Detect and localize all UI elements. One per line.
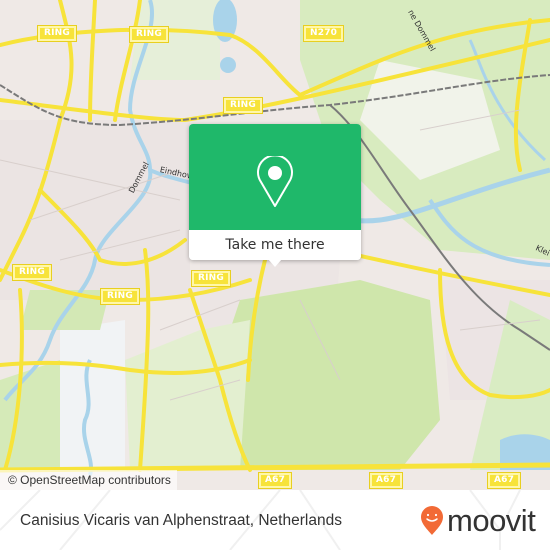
road-shield-ring: RING xyxy=(223,97,263,114)
road-shield-a67: A67 xyxy=(257,472,293,489)
map-attribution[interactable]: © OpenStreetMap contributors xyxy=(0,470,177,490)
map-pin-icon xyxy=(257,156,293,207)
road-shield-ring: RING xyxy=(37,25,77,42)
road-shield-n270: N270 xyxy=(302,25,345,42)
road-shield-a67: A67 xyxy=(486,472,522,489)
footer: Canisius Vicaris van Alphenstraat, Nethe… xyxy=(0,490,550,550)
road-shield-ring: RING xyxy=(100,288,140,305)
take-me-there-label: Take me there xyxy=(225,237,325,253)
road-shield-ring: RING xyxy=(12,264,52,281)
popup-header xyxy=(189,124,361,230)
road-shield-ring: RING xyxy=(191,270,231,287)
location-popup: Take me there xyxy=(189,124,361,267)
address-text: Canisius Vicaris van Alphenstraat, Nethe… xyxy=(20,512,342,529)
road-shield-a67: A67 xyxy=(368,472,404,489)
moovit-logo[interactable]: moovit xyxy=(420,503,536,538)
moovit-wordmark: moovit xyxy=(447,503,536,538)
map-view[interactable]: RING RING RING RING RING RING N270 A67 A… xyxy=(0,0,550,490)
road-shield-ring: RING xyxy=(129,26,169,43)
take-me-there-button[interactable]: Take me there xyxy=(189,230,361,260)
popup-pointer xyxy=(268,259,282,267)
moovit-pin-icon xyxy=(421,506,443,535)
